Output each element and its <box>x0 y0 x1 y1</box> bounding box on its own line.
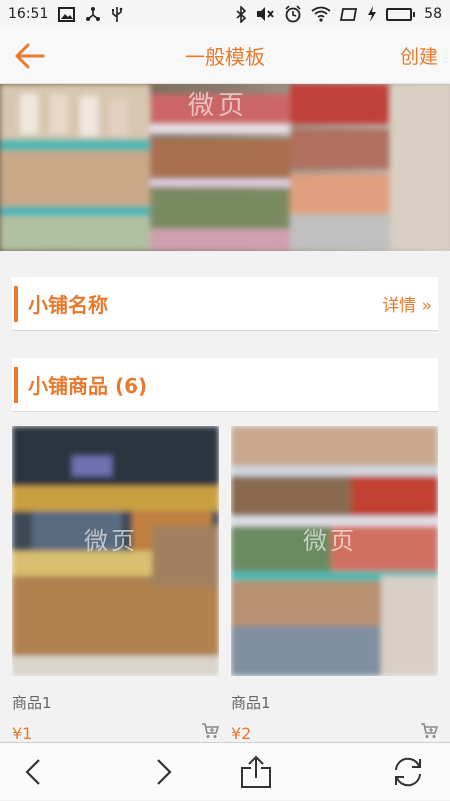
battery-percent: 58 <box>424 6 442 22</box>
status-time: 16:51 <box>8 6 49 22</box>
back-chevron-icon <box>25 758 40 785</box>
supermarket-shelf-image: 微页 <box>0 84 450 251</box>
product-card[interactable]: 微页 商品1 ¥2 <box>231 426 439 743</box>
battery-icon <box>386 7 416 21</box>
product-image[interactable]: 微页 <box>12 426 219 676</box>
product-price: ¥1 <box>12 723 33 743</box>
back-nav-button[interactable] <box>0 743 66 801</box>
forward-chevron-icon <box>157 758 172 785</box>
details-link[interactable]: 详情 » <box>382 291 438 316</box>
page-title: 一般模板 <box>185 45 265 69</box>
back-arrow-icon <box>15 43 45 68</box>
charging-icon <box>367 6 377 22</box>
product-price: ¥2 <box>231 723 252 743</box>
add-to-cart-icon[interactable] <box>201 723 220 743</box>
status-bar: 16:51 58 <box>0 0 450 28</box>
mute-icon <box>256 6 275 22</box>
alarm-icon <box>284 5 302 23</box>
forward-nav-button[interactable] <box>132 743 196 801</box>
image-icon <box>58 6 76 22</box>
shop-name-section[interactable]: 小铺名称 详情 » <box>12 277 438 331</box>
product-name: 商品1 <box>12 694 52 712</box>
refresh-button[interactable] <box>378 743 438 801</box>
share-button[interactable] <box>226 743 286 801</box>
usb-share-icon <box>85 6 101 22</box>
nav-bar: 一般模板 创建 <box>0 28 450 84</box>
section-accent-bar <box>14 366 18 403</box>
create-button[interactable]: 创建 <box>390 42 450 69</box>
bluetooth-icon <box>236 5 247 23</box>
products-section-header: 小铺商品 (6) <box>12 358 438 412</box>
browser-bottom-bar <box>0 742 450 800</box>
section-accent-bar <box>14 285 18 322</box>
add-to-cart-icon[interactable] <box>420 723 439 743</box>
usb-icon <box>111 6 123 23</box>
wifi-icon <box>311 6 331 22</box>
shop-name-title: 小铺名称 <box>28 293 108 317</box>
products-section-title: 小铺商品 (6) <box>28 374 148 398</box>
share-icon <box>241 755 271 788</box>
banner-watermark: 微页 <box>188 91 248 121</box>
refresh-icon <box>395 757 421 786</box>
back-button[interactable] <box>0 28 60 84</box>
product-watermark: 微页 <box>303 527 357 555</box>
rotate-icon <box>340 7 358 22</box>
product-watermark: 微页 <box>84 527 138 555</box>
product-name: 商品1 <box>231 694 271 712</box>
shop-banner-image: 微页 <box>0 84 450 251</box>
product-image[interactable]: 微页 <box>231 426 438 676</box>
product-card[interactable]: 微页 商品1 ¥1 <box>12 426 220 743</box>
